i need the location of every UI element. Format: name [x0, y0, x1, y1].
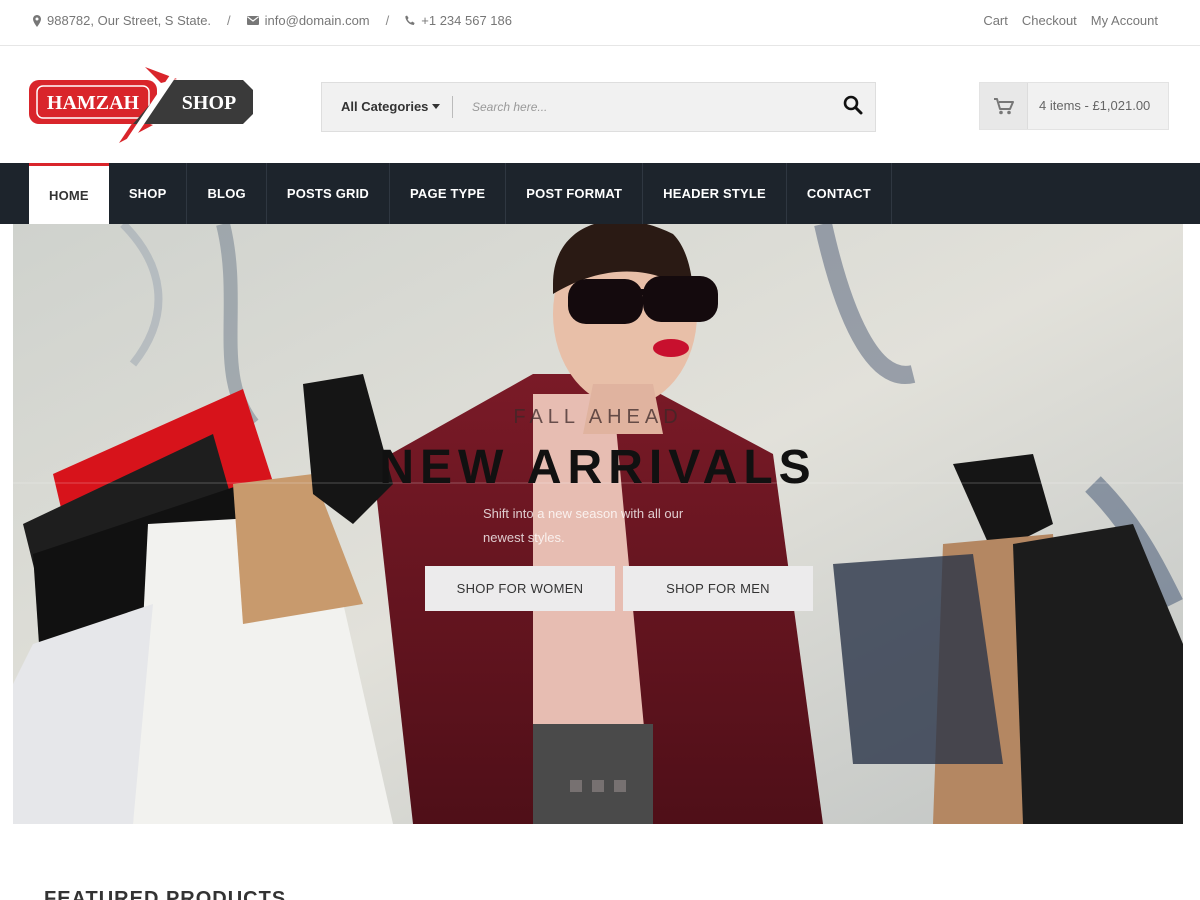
- hero-overline: Fall Ahead: [513, 406, 683, 428]
- slider-dots: [570, 780, 626, 792]
- site-logo[interactable]: HAMZAH SHOP: [29, 65, 255, 143]
- search-icon[interactable]: [843, 95, 863, 115]
- separator: /: [385, 13, 390, 28]
- logo-text-left: HAMZAH: [47, 92, 140, 114]
- my-account-link[interactable]: My Account: [1091, 13, 1158, 28]
- hero-title: NEW ARRIVALS: [379, 441, 817, 494]
- featured-products-heading: FEATURED PRODUCTS: [44, 888, 287, 900]
- hero-subtitle: Shift into a new season with all our new…: [483, 506, 684, 545]
- checkout-link[interactable]: Checkout: [1022, 13, 1077, 28]
- top-bar: 988782, Our Street, S State. / info@doma…: [0, 0, 1200, 46]
- search-input[interactable]: Search here...: [472, 100, 547, 114]
- cart-icon: [993, 97, 1014, 114]
- search-button[interactable]: [843, 95, 863, 120]
- search-divider: [452, 96, 453, 118]
- phone-icon: [405, 15, 415, 25]
- envelope-icon: [246, 16, 259, 25]
- category-select[interactable]: All Categories: [341, 99, 441, 114]
- nav-item-shop[interactable]: SHOP: [109, 163, 188, 224]
- slider-dot[interactable]: [592, 780, 604, 792]
- main-navigation: HOME SHOP BLOG POSTS GRID PAGE TYPE POST…: [0, 163, 1200, 224]
- caret-down-icon: [432, 104, 441, 109]
- phone-item[interactable]: +1 234 567 186: [405, 13, 512, 28]
- address-item: 988782, Our Street, S State.: [33, 13, 211, 28]
- nav-item-header-style[interactable]: HEADER STYLE: [643, 163, 787, 224]
- site-header: HAMZAH SHOP All Categories Search here..…: [0, 47, 1200, 163]
- slider-dot[interactable]: [614, 780, 626, 792]
- nav-item-blog[interactable]: BLOG: [187, 163, 267, 224]
- cart-summary[interactable]: 4 items - £1,021.00: [1028, 83, 1150, 129]
- map-marker-icon: [33, 14, 41, 27]
- cart-icon-box[interactable]: [980, 83, 1028, 129]
- nav-item-posts-grid[interactable]: POSTS GRID: [267, 163, 391, 224]
- mini-cart[interactable]: 4 items - £1,021.00: [979, 82, 1169, 130]
- cart-link[interactable]: Cart: [983, 13, 1008, 28]
- hero-slider: Fall Ahead NEW ARRIVALS Shift into a new…: [13, 224, 1183, 824]
- nav-item-post-format[interactable]: POST FORMAT: [506, 163, 644, 224]
- phone-text[interactable]: +1 234 567 186: [421, 13, 512, 28]
- contact-info: 988782, Our Street, S State. / info@doma…: [33, 13, 512, 28]
- search-bar: All Categories Search here...: [321, 82, 876, 132]
- shop-for-men-button[interactable]: SHOP FOR MEN: [623, 566, 813, 611]
- email-item[interactable]: info@domain.com: [246, 13, 370, 28]
- nav-item-contact[interactable]: CONTACT: [787, 163, 892, 224]
- slider-dot[interactable]: [570, 780, 582, 792]
- nav-item-home[interactable]: HOME: [29, 163, 109, 224]
- separator: /: [227, 13, 231, 28]
- logo-text-right: SHOP: [182, 92, 236, 114]
- account-links: Cart Checkout My Account: [983, 13, 1158, 28]
- shop-for-women-button[interactable]: SHOP FOR WOMEN: [425, 566, 615, 611]
- email-text[interactable]: info@domain.com: [265, 13, 370, 28]
- nav-item-page-type[interactable]: PAGE TYPE: [390, 163, 507, 224]
- address-text: 988782, Our Street, S State.: [47, 13, 212, 28]
- category-label[interactable]: All Categories: [341, 99, 428, 114]
